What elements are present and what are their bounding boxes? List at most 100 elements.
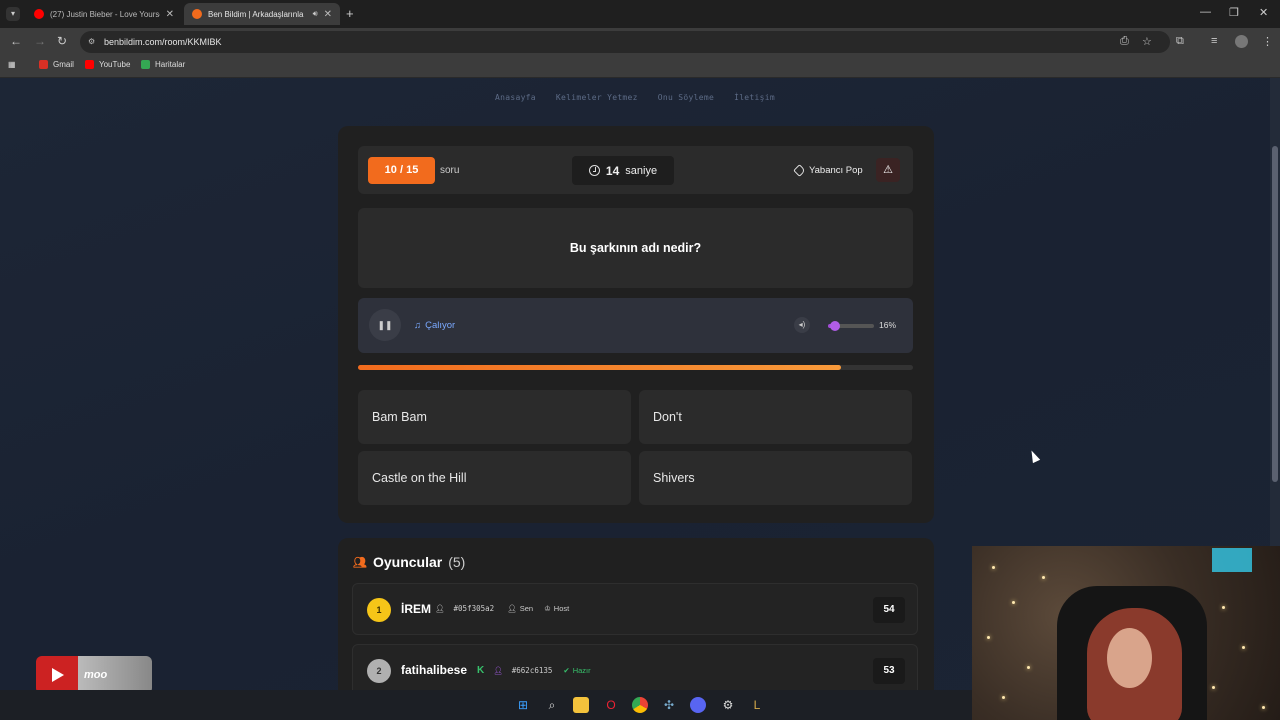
category-label: Yabancı Pop bbox=[809, 165, 863, 176]
tab-youtube[interactable]: (27) Justin Bieber - Love Yourse ✕ bbox=[26, 3, 182, 25]
minimize-icon[interactable]: — bbox=[1200, 6, 1211, 18]
close-tab-icon[interactable]: ✕ bbox=[166, 9, 174, 20]
discord-icon[interactable] bbox=[690, 697, 706, 713]
search-icon[interactable]: ⌕ bbox=[544, 697, 560, 713]
song-progress-bar bbox=[358, 365, 913, 370]
report-button[interactable]: ⚠ bbox=[876, 158, 900, 182]
check-icon: ✔ bbox=[563, 666, 570, 675]
settings-icon[interactable]: ⚙ bbox=[720, 697, 736, 713]
crown-icon: ♔ bbox=[544, 604, 551, 613]
game-status-bar: 10 / 15 soru 14 saniye Yabancı Pop ⚠ bbox=[358, 146, 913, 194]
speaker-icon[interactable]: 🔊︎ bbox=[313, 9, 318, 19]
file-explorer-icon[interactable] bbox=[573, 697, 589, 713]
close-window-icon[interactable]: ✕ bbox=[1259, 6, 1268, 19]
screen: ▾ (27) Justin Bieber - Love Yourse ✕ Ben… bbox=[0, 0, 1280, 720]
question-counter-label: soru bbox=[440, 165, 460, 176]
youtube-icon bbox=[85, 60, 94, 69]
kick-icon: K bbox=[477, 665, 485, 676]
tab-search-button[interactable]: ▾ bbox=[6, 7, 20, 21]
player-id: #662c6135 bbox=[511, 666, 553, 675]
user-icon: 👤︎ bbox=[435, 604, 445, 613]
user-icon: 👤︎ bbox=[507, 604, 517, 613]
category-tag: Yabancı Pop bbox=[793, 164, 863, 177]
player-score: 54 bbox=[873, 597, 905, 623]
media-control-icon[interactable]: ≡ bbox=[1211, 35, 1217, 47]
bookmark-maps[interactable]: Haritalar bbox=[141, 60, 185, 69]
playback-status: ♫ Çalıyor bbox=[414, 320, 455, 331]
song-progress-fill bbox=[358, 365, 841, 370]
question-counter: 10 / 15 bbox=[368, 157, 435, 184]
restore-icon[interactable]: ❐ bbox=[1229, 6, 1239, 19]
volume-slider-handle[interactable] bbox=[830, 321, 841, 331]
benbildim-favicon-icon bbox=[192, 9, 202, 19]
tab-benbildim[interactable]: Ben Bildim | Arkadaşlarınla 🔊︎ ✕ bbox=[184, 3, 340, 25]
back-icon[interactable]: ← bbox=[10, 34, 22, 48]
player-score: 53 bbox=[873, 658, 905, 684]
music-note-icon: ♫ bbox=[414, 320, 422, 331]
player-name: İREM bbox=[401, 602, 431, 616]
answer-option-3[interactable]: Castle on the Hill bbox=[358, 451, 631, 505]
neon-light bbox=[1212, 548, 1252, 572]
chrome-icon[interactable] bbox=[632, 697, 648, 713]
apps-icon[interactable]: ▦ bbox=[8, 60, 16, 69]
question-text: Bu şarkının adı nedir? bbox=[358, 208, 913, 288]
webcam-overlay bbox=[972, 546, 1280, 720]
install-app-icon[interactable]: ⎙ bbox=[1120, 35, 1129, 48]
bookmark-star-icon[interactable]: ☆ bbox=[1142, 35, 1152, 48]
user-add-icon[interactable]: 👤︎ bbox=[493, 666, 503, 675]
address-bar[interactable]: ⚙ benbildim.com/room/KKMIBK bbox=[80, 31, 1170, 53]
league-client-icon[interactable]: L bbox=[749, 697, 765, 713]
answer-option-1[interactable]: Bam Bam bbox=[358, 390, 631, 444]
scrollbar-thumb[interactable] bbox=[1272, 146, 1278, 482]
players-title: Oyuncular bbox=[372, 554, 443, 570]
app-icon[interactable]: ✣ bbox=[661, 697, 677, 713]
bookmark-youtube[interactable]: YouTube bbox=[85, 60, 130, 69]
bookmark-gmail[interactable]: Gmail bbox=[39, 60, 74, 69]
youtube-icon bbox=[34, 9, 44, 19]
player-row: 2 fatihalibese K 👤︎ #662c6135 ✔ Hazır 53 bbox=[352, 644, 918, 696]
player-badge-self: Sen bbox=[519, 604, 534, 613]
pause-button[interactable]: ❚❚ bbox=[369, 309, 401, 341]
nav-link-iletisim[interactable]: İletişim bbox=[734, 93, 775, 116]
nav-link-onu-soyleme[interactable]: Onu Söyleme bbox=[658, 93, 714, 116]
timer-unit: saniye bbox=[625, 164, 658, 177]
youtube-overlay-label: moo bbox=[84, 669, 108, 681]
menu-icon[interactable]: ⋮ bbox=[1262, 35, 1273, 48]
countdown-timer: 14 saniye bbox=[572, 156, 674, 185]
tag-icon bbox=[793, 164, 806, 177]
player-meta: K 👤︎ #662c6135 ✔ Hazır bbox=[477, 665, 591, 676]
close-tab-icon[interactable]: ✕ bbox=[324, 9, 332, 20]
extensions-icon[interactable]: ⧉ bbox=[1176, 35, 1184, 48]
volume-percent: 16% bbox=[879, 320, 897, 330]
volume-slider[interactable] bbox=[828, 321, 874, 331]
bookmarks-bar: ▦ Gmail YouTube Haritalar bbox=[0, 56, 1280, 78]
nav-link-kelimeler-yetmez[interactable]: Kelimeler Yetmez bbox=[556, 93, 638, 116]
player-row: 1 İREM 👤︎ #05f305a2 👤︎ Sen ♔ Host 54 bbox=[352, 583, 918, 635]
browser-toolbar: ← → ↻ ⚙ benbildim.com/room/KKMIBK ⎙ ☆ ⧉ … bbox=[0, 28, 1280, 56]
reload-icon[interactable]: ↻ bbox=[57, 34, 67, 48]
tab-title: (27) Justin Bieber - Love Yourse bbox=[50, 9, 160, 19]
nav-link-home[interactable]: Anasayfa bbox=[495, 93, 536, 116]
rank-badge: 2 bbox=[367, 659, 391, 683]
playback-status-label: Çalıyor bbox=[425, 320, 456, 331]
windows-start-icon[interactable]: ⊞ bbox=[515, 697, 531, 713]
player-badge-ready: Hazır bbox=[572, 666, 591, 675]
answer-option-4[interactable]: Shivers bbox=[639, 451, 912, 505]
opera-icon[interactable]: O bbox=[603, 697, 619, 713]
player-badge-host: Host bbox=[553, 604, 570, 613]
volume-icon[interactable]: ◂) bbox=[794, 317, 810, 333]
forward-icon[interactable]: → bbox=[34, 34, 46, 48]
url-text: benbildim.com/room/KKMIBK bbox=[104, 37, 222, 47]
bookmark-label: YouTube bbox=[99, 60, 131, 69]
players-count: (5) bbox=[448, 554, 466, 570]
bookmark-label: Gmail bbox=[53, 60, 74, 69]
site-info-icon[interactable]: ⚙ bbox=[88, 37, 98, 47]
site-nav: Anasayfa Kelimeler Yetmez Onu Söyleme İl… bbox=[0, 78, 1270, 116]
answer-option-2[interactable]: Don't bbox=[639, 390, 912, 444]
profile-avatar[interactable] bbox=[1235, 35, 1248, 48]
users-icon: 👥︎ bbox=[353, 556, 367, 569]
windows-taskbar: ⊞ ⌕ O ✣ ⚙ L bbox=[0, 690, 972, 720]
gmail-icon bbox=[39, 60, 48, 69]
person-face bbox=[1107, 628, 1152, 688]
new-tab-button[interactable]: + bbox=[346, 6, 354, 21]
